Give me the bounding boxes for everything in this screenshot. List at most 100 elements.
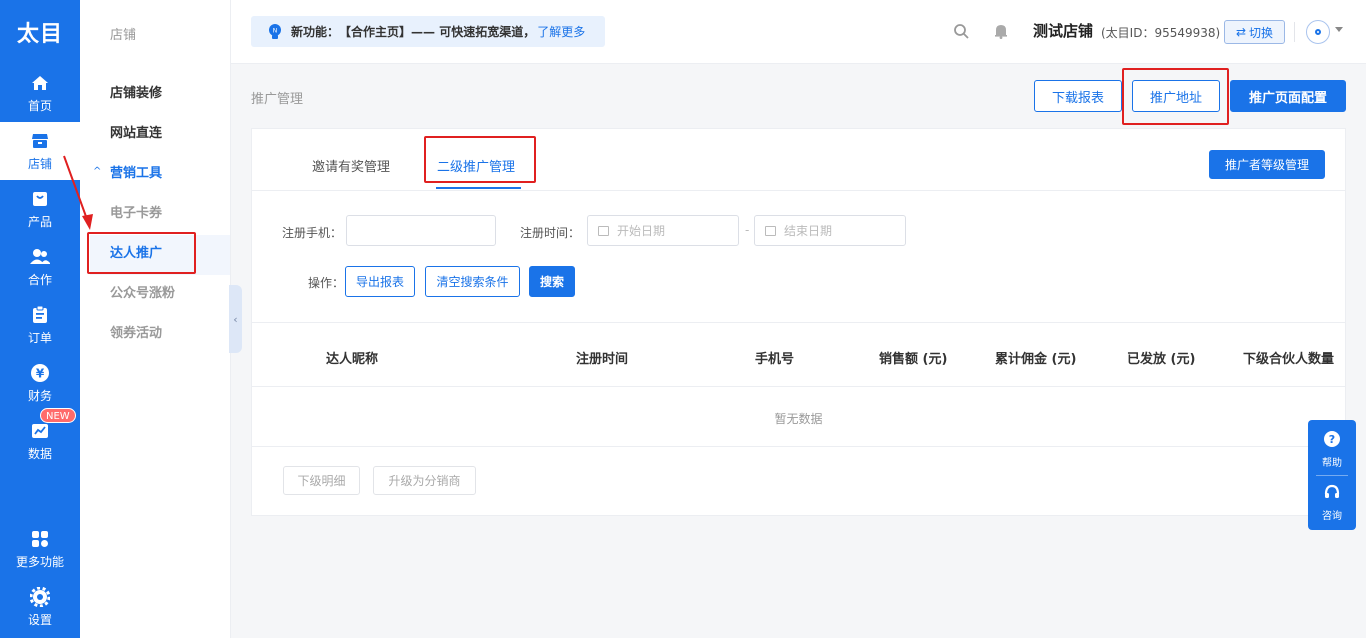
submenu-item-e-coupon[interactable]: 电子卡券 <box>110 194 162 234</box>
yen-icon: ¥ <box>29 362 51 384</box>
tab-invite-rewards[interactable]: 邀请有奖管理 <box>312 156 390 175</box>
gear-icon <box>29 586 51 608</box>
nav-label: 财务 <box>27 389 52 403</box>
help-button[interactable]: ? 帮助 <box>1308 430 1356 469</box>
search-button[interactable]: 搜索 <box>529 266 575 297</box>
svg-text:¥: ¥ <box>36 367 45 381</box>
ops-label: 操作： <box>308 276 345 290</box>
nav-label: 订单 <box>27 331 52 345</box>
learn-more-link[interactable]: 了解更多 <box>537 23 585 40</box>
question-icon: ? <box>1323 430 1341 451</box>
nav-item-more[interactable]: 更多功能 <box>0 520 80 578</box>
calendar-icon <box>765 225 776 236</box>
start-placeholder: 开始日期 <box>617 224 666 238</box>
top-bar: N 新功能： 【合作主页】—— 可快速拓宽渠道， 了解更多 测试店铺 (太目ID… <box>231 0 1366 64</box>
export-report-button[interactable]: 导出报表 <box>345 266 415 297</box>
column-header-paid: 已发放 (元) <box>1127 352 1196 367</box>
column-header-phone: 手机号 <box>755 352 795 367</box>
empty-state: 暂无数据 <box>774 412 823 426</box>
new-badge: NEW <box>40 408 76 423</box>
promo-address-button[interactable]: 推广地址 <box>1132 80 1220 112</box>
headset-icon <box>1323 483 1341 504</box>
nav-label: 更多功能 <box>15 555 64 569</box>
content-panel: 邀请有奖管理 二级推广管理 推广者等级管理 注册手机： 注册时间： 开始日期 -… <box>251 128 1346 516</box>
collapse-sidebar-button[interactable]: ‹ <box>229 285 242 353</box>
tab-secondary-promo[interactable]: 二级推广管理 <box>437 156 515 175</box>
promo-page-config-button[interactable]: 推广页面配置 <box>1230 80 1346 112</box>
download-report-button[interactable]: 下载报表 <box>1034 80 1122 112</box>
sub-detail-button[interactable]: 下级明细 <box>283 466 360 495</box>
nav-item-data[interactable]: NEW 数据 <box>0 408 80 470</box>
column-header-sub-partners: 下级合伙人数量 <box>1243 352 1335 367</box>
promoter-level-button[interactable]: 推广者等级管理 <box>1209 150 1325 179</box>
chart-icon <box>29 420 51 442</box>
submenu-title: 店铺 <box>110 28 137 43</box>
consult-label: 咨询 <box>1322 511 1342 522</box>
submenu-item-influencer[interactable]: 达人推广 <box>110 234 162 274</box>
feature-notice: N 新功能： 【合作主页】—— 可快速拓宽渠道， 了解更多 <box>251 16 605 47</box>
start-date-input[interactable]: 开始日期 <box>587 215 739 246</box>
end-date-input[interactable]: 结束日期 <box>754 215 906 246</box>
lightbulb-icon: N <box>267 23 283 41</box>
app-logo: 太目 <box>16 22 63 47</box>
consult-button[interactable]: 咨询 <box>1308 483 1356 522</box>
svg-text:N: N <box>273 27 278 34</box>
nav-item-home[interactable]: 首页 <box>0 64 80 122</box>
column-header-commission: 累计佣金 (元) <box>995 352 1077 367</box>
home-icon <box>29 72 51 94</box>
help-label: 帮助 <box>1322 458 1342 469</box>
column-header-nickname: 达人昵称 <box>326 352 379 367</box>
shop-name: 测试店铺 <box>1033 22 1094 40</box>
nav-item-finance[interactable]: ¥ 财务 <box>0 354 80 412</box>
divider <box>252 446 1345 447</box>
swap-icon: ⇄ <box>1235 25 1247 39</box>
nav-label: 产品 <box>27 215 52 229</box>
end-placeholder: 结束日期 <box>784 224 833 238</box>
submenu-group-marketing[interactable]: 营销工具 <box>110 154 162 194</box>
clear-filters-button[interactable]: 清空搜索条件 <box>425 266 520 297</box>
bag-icon <box>29 188 51 210</box>
users-icon <box>29 246 51 268</box>
divider <box>1316 475 1348 476</box>
store-icon <box>29 130 51 152</box>
column-header-sales: 销售额 (元) <box>879 352 948 367</box>
active-tab-indicator <box>436 187 521 189</box>
page-title: 推广管理 <box>251 92 304 107</box>
grid-icon <box>29 528 51 550</box>
nav-item-orders[interactable]: 订单 <box>0 296 80 354</box>
divider <box>252 322 1345 323</box>
notice-label: 新功能： <box>291 25 340 39</box>
clipboard-icon <box>29 304 51 326</box>
submenu-item-decoration[interactable]: 店铺装修 <box>110 74 162 114</box>
nav-label: 设置 <box>27 613 52 627</box>
submenu-item-coupon-event[interactable]: 领券活动 <box>110 314 162 354</box>
time-label: 注册时间： <box>520 226 581 240</box>
nav-item-settings[interactable]: 设置 <box>0 578 80 636</box>
nav-label: 数据 <box>27 447 52 461</box>
column-header-reg-time: 注册时间 <box>576 352 629 367</box>
upgrade-distributor-button[interactable]: 升级为分销商 <box>373 466 476 495</box>
chevron-left-icon: ‹ <box>233 312 238 326</box>
nav-label: 合作 <box>27 273 52 287</box>
nav-item-cooperation[interactable]: 合作 <box>0 238 80 296</box>
switch-label: 切换 <box>1249 25 1274 40</box>
notice-text: 【合作主页】—— 可快速拓宽渠道， <box>339 25 536 39</box>
shop-id: (太目ID：95549938) <box>1101 26 1221 40</box>
nav-label: 首页 <box>27 99 52 113</box>
avatar[interactable] <box>1306 20 1330 44</box>
submenu-item-followers[interactable]: 公众号涨粉 <box>110 274 175 314</box>
phone-input[interactable] <box>346 215 496 246</box>
submenu-item-site-link[interactable]: 网站直连 <box>110 114 162 154</box>
svg-text:?: ? <box>1329 433 1335 446</box>
nav-label: 店铺 <box>27 157 52 171</box>
annotation-arrow <box>63 155 93 230</box>
divider <box>252 190 1345 191</box>
calendar-icon <box>598 225 609 236</box>
chevron-down-icon[interactable] <box>1335 27 1343 32</box>
bell-icon[interactable] <box>992 22 1010 40</box>
switch-shop-button[interactable]: ⇄ 切换 <box>1224 20 1285 44</box>
phone-label: 注册手机： <box>282 226 343 240</box>
divider <box>252 386 1345 387</box>
search-icon[interactable] <box>952 22 970 40</box>
main-nav-rail: 太目 首页 店铺 产品 合作 订单 ¥ 财务 NEW 数据 更多功能 设置 <box>0 0 80 638</box>
